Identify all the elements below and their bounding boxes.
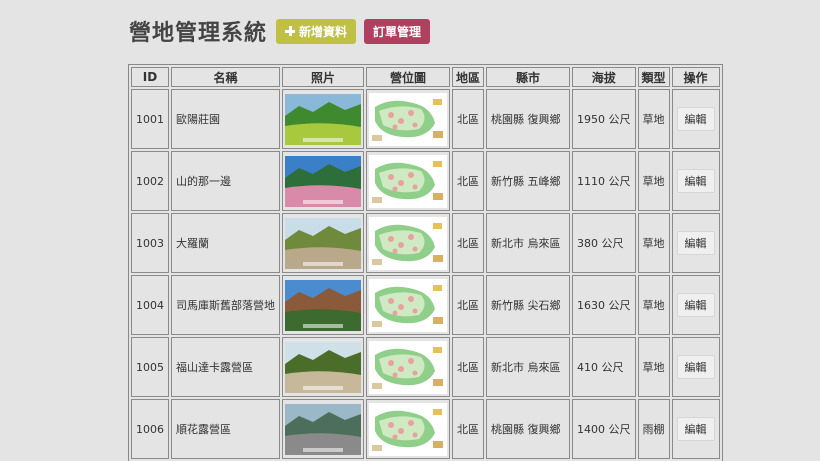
row-id: 1001 [131, 89, 169, 149]
row-type: 雨棚 [637, 399, 670, 459]
site-map-cell [366, 337, 450, 397]
row-county: 新北市 烏來區 [486, 337, 570, 397]
col-header-altitude: 海拔 [572, 67, 636, 87]
table-row: 1002 山的那一邊 北區 新竹縣 五峰鄉 1110 公尺 草地 編輯 [131, 151, 720, 211]
order-management-label: 訂單管理 [373, 24, 422, 39]
campsite-table: ID 名稱 照片 營位圖 地區 縣市 海拔 類型 操作 1001 歐陽莊園 北區 桃園… [128, 64, 723, 461]
row-region: 北區 [452, 399, 484, 459]
actions-cell: 編輯 [671, 89, 720, 149]
actions-cell: 編輯 [671, 275, 720, 335]
actions-cell: 編輯 [671, 213, 720, 273]
table-row: 1006 順花露營區 北區 桃園縣 復興鄉 1400 公尺 雨棚 編輯 [131, 399, 720, 459]
col-header-name: 名稱 [171, 67, 280, 87]
site-map-image[interactable] [369, 402, 447, 456]
col-header-photo: 照片 [282, 67, 364, 87]
row-altitude: 1630 公尺 [572, 275, 636, 335]
plus-icon [285, 26, 296, 36]
row-type: 草地 [637, 275, 670, 335]
page-title: 營地管理系統 [129, 21, 268, 46]
table-row: 1003 大羅蘭 北區 新北市 烏來區 380 公尺 草地 編輯 [131, 213, 720, 273]
site-map-cell [366, 213, 450, 273]
row-name: 大羅蘭 [171, 213, 280, 273]
campsite-photo[interactable] [285, 403, 361, 455]
col-header-site-map: 營位圖 [366, 67, 450, 87]
edit-button[interactable]: 編輯 [676, 169, 715, 193]
col-header-actions: 操作 [671, 67, 720, 87]
row-id: 1004 [131, 275, 169, 335]
row-region: 北區 [452, 275, 484, 335]
actions-cell: 編輯 [671, 337, 720, 397]
row-id: 1005 [131, 337, 169, 397]
site-map-image[interactable] [369, 340, 447, 394]
edit-button[interactable]: 編輯 [676, 355, 715, 379]
col-header-id: ID [131, 67, 169, 87]
row-name: 順花露營區 [171, 399, 280, 459]
row-region: 北區 [452, 151, 484, 211]
site-map-cell [366, 399, 450, 459]
edit-button[interactable]: 編輯 [676, 417, 715, 441]
row-id: 1002 [131, 151, 169, 211]
row-name: 歐陽莊園 [171, 89, 280, 149]
row-altitude: 1110 公尺 [572, 151, 636, 211]
campsite-photo[interactable] [285, 93, 361, 145]
table-header-row: ID 名稱 照片 營位圖 地區 縣市 海拔 類型 操作 [131, 67, 720, 87]
photo-cell [282, 213, 364, 273]
row-county: 新竹縣 五峰鄉 [486, 151, 570, 211]
actions-cell: 編輯 [671, 399, 720, 459]
site-map-cell [366, 89, 450, 149]
row-county: 新北市 烏來區 [486, 213, 570, 273]
row-type: 草地 [637, 337, 670, 397]
campsite-photo[interactable] [285, 341, 361, 393]
row-county: 新竹縣 尖石鄉 [486, 275, 570, 335]
col-header-region: 地區 [452, 67, 484, 87]
site-map-image[interactable] [369, 154, 447, 208]
row-id: 1003 [131, 213, 169, 273]
row-region: 北區 [452, 89, 484, 149]
campsite-photo[interactable] [285, 217, 361, 269]
row-county: 桃園縣 復興鄉 [486, 399, 570, 459]
photo-cell [282, 89, 364, 149]
row-altitude: 380 公尺 [572, 213, 636, 273]
edit-button[interactable]: 編輯 [676, 293, 715, 317]
site-map-image[interactable] [369, 278, 447, 332]
col-header-type: 類型 [637, 67, 670, 87]
table-row: 1004 司馬庫斯舊部落營地 北區 新竹縣 尖石鄉 1630 公尺 草地 編輯 [131, 275, 720, 335]
row-region: 北區 [452, 213, 484, 273]
edit-button[interactable]: 編輯 [676, 231, 715, 255]
site-map-image[interactable] [369, 216, 447, 270]
row-id: 1006 [131, 399, 169, 459]
actions-cell: 編輯 [671, 151, 720, 211]
photo-cell [282, 399, 364, 459]
campsite-photo[interactable] [285, 279, 361, 331]
table-row: 1005 福山達卡露營區 北區 新北市 烏來區 410 公尺 草地 編輯 [131, 337, 720, 397]
row-county: 桃園縣 復興鄉 [486, 89, 570, 149]
site-map-image[interactable] [369, 92, 447, 146]
row-type: 草地 [637, 89, 670, 149]
row-type: 草地 [637, 151, 670, 211]
row-altitude: 1400 公尺 [572, 399, 636, 459]
photo-cell [282, 151, 364, 211]
campsite-photo[interactable] [285, 155, 361, 207]
row-name: 司馬庫斯舊部落營地 [171, 275, 280, 335]
row-name: 山的那一邊 [171, 151, 280, 211]
page-header: 營地管理系統 新增資料 訂單管理 [129, 17, 438, 46]
order-management-button[interactable]: 訂單管理 [364, 18, 431, 44]
site-map-cell [366, 275, 450, 335]
row-altitude: 410 公尺 [572, 337, 636, 397]
row-type: 草地 [637, 213, 670, 273]
row-region: 北區 [452, 337, 484, 397]
add-record-button[interactable]: 新增資料 [276, 18, 357, 44]
row-altitude: 1950 公尺 [572, 89, 636, 149]
add-record-label: 新增資料 [299, 24, 348, 39]
photo-cell [282, 337, 364, 397]
site-map-cell [366, 151, 450, 211]
table-row: 1001 歐陽莊園 北區 桃園縣 復興鄉 1950 公尺 草地 編輯 [131, 89, 720, 149]
edit-button[interactable]: 編輯 [676, 107, 715, 131]
photo-cell [282, 275, 364, 335]
col-header-county: 縣市 [486, 67, 570, 87]
row-name: 福山達卡露營區 [171, 337, 280, 397]
